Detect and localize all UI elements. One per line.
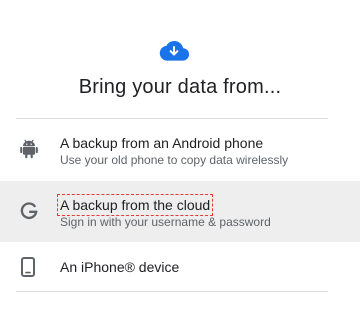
option-title: A backup from the cloud bbox=[56, 194, 214, 216]
option-subtitle: Use your old phone to copy data wireless… bbox=[60, 153, 289, 167]
option-title: A backup from an Android phone bbox=[60, 135, 264, 151]
cloud-download-icon bbox=[159, 41, 189, 61]
option-title: An iPhone® device bbox=[60, 259, 180, 275]
google-g-icon bbox=[20, 202, 38, 219]
page-title: Bring your data from... bbox=[78, 76, 282, 98]
option-cloud-backup[interactable]: A backup from the cloud Sign in with you… bbox=[0, 181, 360, 242]
phone-outline-icon bbox=[21, 257, 35, 277]
divider bbox=[16, 291, 328, 292]
data-source-screen: Bring your data from... A backup from an… bbox=[0, 0, 360, 322]
option-subtitle: Sign in with your username & password bbox=[60, 215, 271, 229]
android-icon bbox=[20, 139, 38, 159]
focused-option-label: A backup from the cloud bbox=[56, 194, 214, 216]
option-android-backup[interactable]: A backup from an Android phone Use your … bbox=[0, 119, 360, 180]
option-iphone-device[interactable]: An iPhone® device bbox=[0, 243, 360, 290]
